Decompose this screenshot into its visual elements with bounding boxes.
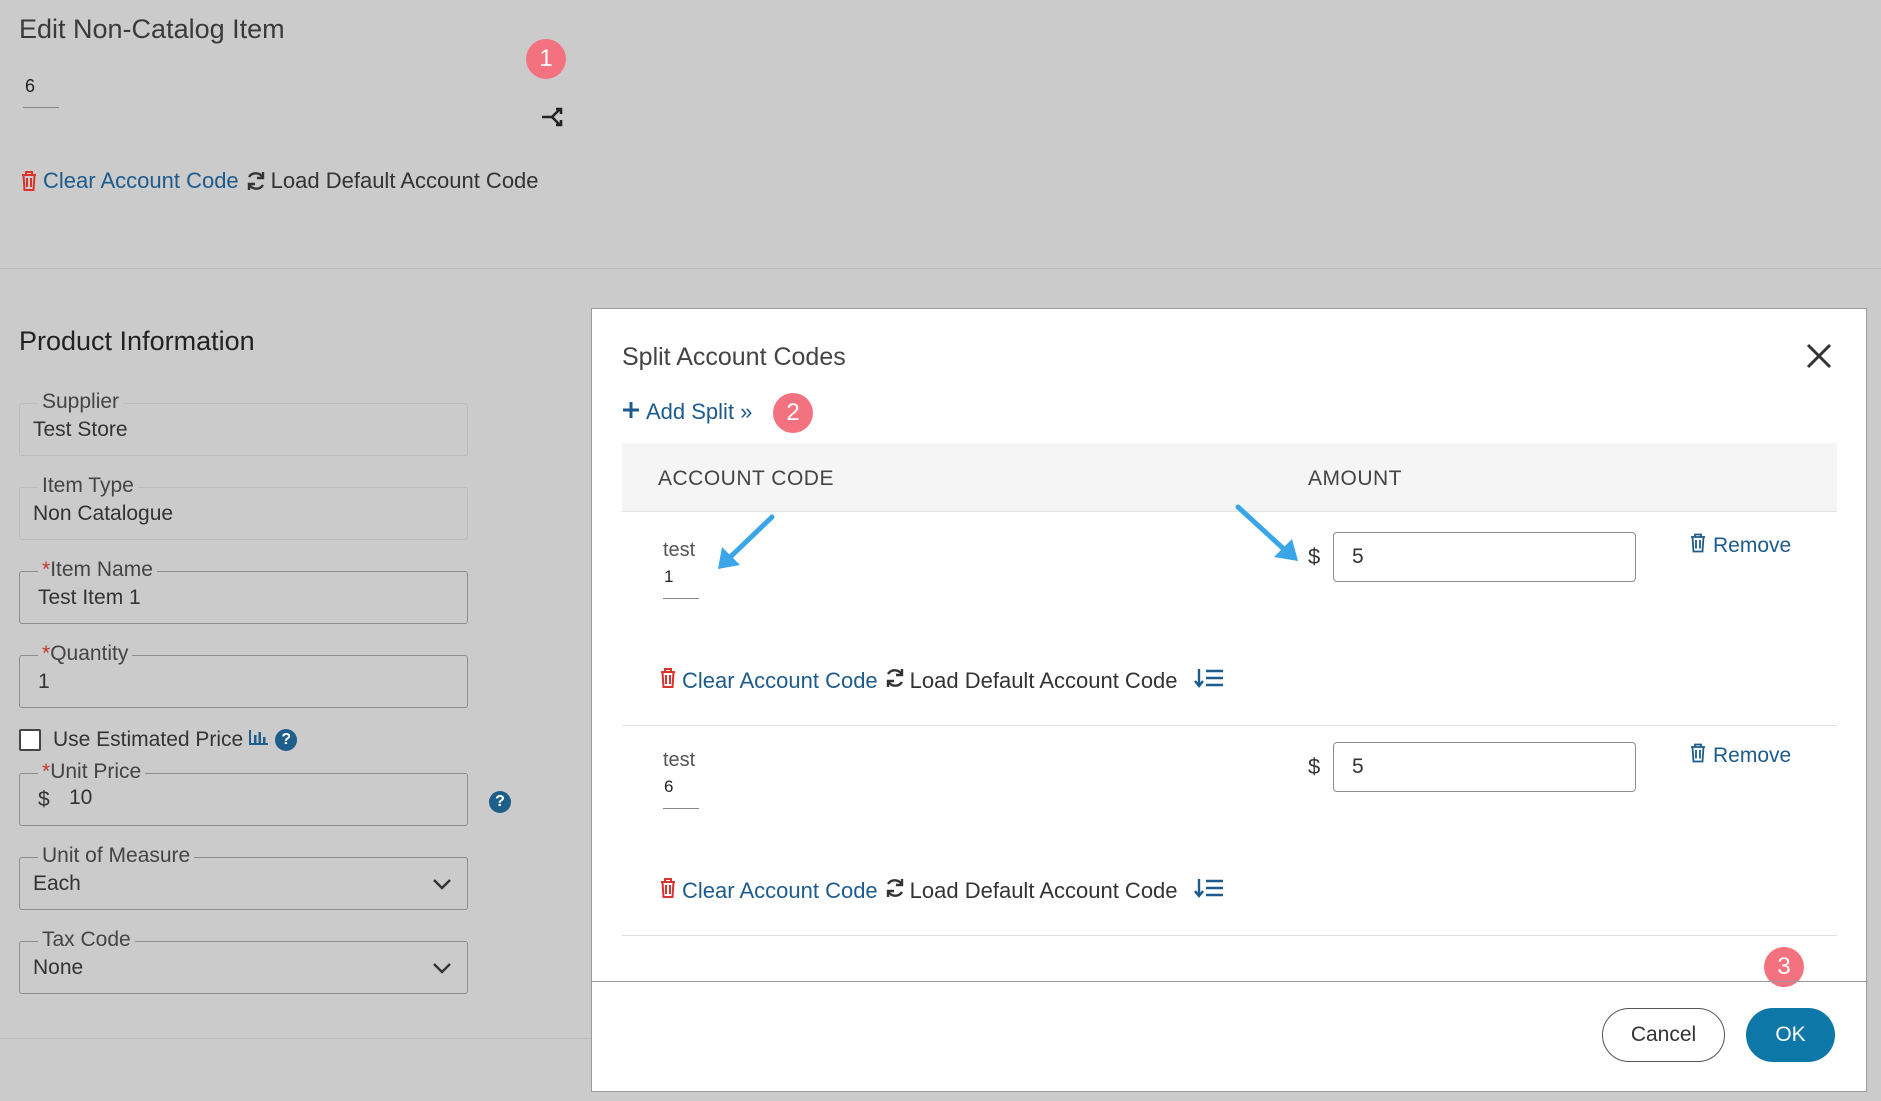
supplier-label: Supplier — [38, 390, 124, 414]
remove-split-button[interactable]: Remove — [1689, 743, 1791, 769]
split-amount-input[interactable] — [1333, 742, 1636, 792]
item-type-field: Item Type Non Catalogue — [19, 474, 468, 540]
remove-split-button[interactable]: Remove — [1689, 533, 1791, 559]
remove-label: Remove — [1713, 534, 1792, 557]
chevron-down-icon — [431, 957, 453, 984]
item-name-field[interactable]: *Item Name Test Item 1 — [19, 558, 468, 624]
trash-icon — [1689, 533, 1707, 559]
tax-code-select[interactable]: Tax Code None — [19, 928, 468, 994]
refresh-icon — [884, 877, 906, 905]
load-default-account-code-link[interactable]: Load Default Account Code — [910, 878, 1178, 904]
account-code-underline — [23, 107, 59, 108]
split-account-code-actions: Clear Account Code Load Default Account … — [658, 877, 1224, 905]
unit-price-currency: $ — [38, 788, 50, 811]
quantity-value[interactable]: 1 — [38, 670, 50, 694]
supplier-field: Supplier Test Store — [19, 390, 468, 456]
trash-icon — [19, 170, 39, 192]
refresh-icon — [884, 667, 906, 695]
split-amount-input[interactable] — [1333, 532, 1636, 582]
page-title: Edit Non-Catalog Item — [19, 14, 285, 44]
unit-of-measure-select[interactable]: Unit of Measure Each — [19, 844, 468, 910]
use-estimated-price-row: Use Estimated Price ? — [19, 728, 298, 752]
plus-icon — [622, 399, 640, 425]
use-estimated-price-checkbox[interactable] — [19, 729, 41, 751]
split-row-separator — [622, 935, 1837, 936]
bar-chart-icon[interactable] — [248, 728, 270, 752]
arrow-annotation-icon — [1232, 499, 1304, 576]
load-default-account-code-link[interactable]: Load Default Account Code — [910, 668, 1178, 694]
split-account-code-actions: Clear Account Code Load Default Account … — [658, 667, 1224, 695]
splits-table-header: ACCOUNT CODE AMOUNT — [622, 443, 1837, 512]
account-code-value[interactable]: 6 — [25, 76, 35, 97]
product-information-title: Product Information — [19, 326, 255, 356]
unit-price-value[interactable]: 10 — [69, 786, 92, 810]
column-header-account-code: ACCOUNT CODE — [658, 467, 834, 490]
item-type-label: Item Type — [38, 474, 138, 498]
split-currency: $ — [1308, 754, 1321, 779]
item-name-value[interactable]: Test Item 1 — [38, 586, 141, 610]
add-split-link[interactable]: Add Split » — [622, 399, 752, 425]
required-mark: * — [42, 558, 51, 581]
item-name-label: *Item Name — [38, 558, 157, 582]
trash-icon — [658, 667, 678, 695]
clear-account-code-link[interactable]: Clear Account Code — [43, 168, 239, 194]
cancel-button[interactable]: Cancel — [1602, 1008, 1725, 1062]
account-code-underline — [663, 598, 699, 599]
sort-list-icon[interactable] — [1193, 667, 1224, 695]
add-split-label: Add Split » — [646, 399, 753, 424]
sort-list-icon[interactable] — [1193, 877, 1224, 905]
remove-label: Remove — [1713, 744, 1792, 767]
arrow-annotation-icon — [712, 511, 778, 582]
item-type-value: Non Catalogue — [33, 502, 174, 525]
clear-account-code-link[interactable]: Clear Account Code — [682, 878, 878, 904]
split-row-separator — [622, 725, 1837, 726]
help-icon[interactable]: ? — [489, 791, 511, 813]
split-account-name: test — [663, 539, 696, 561]
quantity-field[interactable]: *Quantity 1 — [19, 642, 468, 708]
required-mark: * — [42, 642, 51, 665]
refresh-icon — [245, 170, 267, 192]
use-estimated-price-label: Use Estimated Price — [53, 728, 244, 751]
split-account-codes-dialog: Split Account Codes Add Split » 2 ACCOUN… — [591, 308, 1868, 1092]
unit-price-field[interactable]: *Unit Price $ 10 — [19, 760, 468, 826]
split-icon[interactable] — [540, 104, 566, 130]
dialog-title: Split Account Codes — [622, 343, 846, 371]
column-header-amount: AMOUNT — [1308, 467, 1402, 490]
split-account-name: test — [663, 749, 696, 771]
chevron-down-icon — [431, 873, 453, 900]
load-default-account-code-link[interactable]: Load Default Account Code — [271, 168, 539, 194]
tax-code-value: None — [33, 956, 84, 979]
split-account-code[interactable]: 6 — [664, 777, 673, 797]
split-account-code[interactable]: 1 — [664, 567, 673, 587]
quantity-label: *Quantity — [38, 642, 133, 666]
ok-button[interactable]: OK — [1746, 1008, 1835, 1062]
supplier-value: Test Store — [33, 418, 128, 441]
account-code-actions: Clear Account Code Load Default Account … — [19, 168, 539, 194]
unit-of-measure-value: Each — [33, 872, 81, 895]
tax-code-label: Tax Code — [38, 928, 135, 952]
dialog-footer-divider — [592, 981, 1868, 982]
trash-icon — [658, 877, 678, 905]
step-badge-1: 1 — [526, 39, 566, 79]
close-icon[interactable] — [1802, 339, 1836, 373]
help-icon[interactable]: ? — [275, 729, 298, 751]
section-divider — [0, 268, 1881, 269]
account-code-underline — [663, 808, 699, 809]
split-currency: $ — [1308, 544, 1321, 569]
required-mark: * — [42, 760, 51, 783]
step-badge-2: 2 — [773, 393, 813, 433]
unit-price-label: *Unit Price — [38, 760, 146, 784]
unit-of-measure-label: Unit of Measure — [38, 844, 195, 868]
clear-account-code-link[interactable]: Clear Account Code — [682, 668, 878, 694]
trash-icon — [1689, 743, 1707, 769]
section-divider — [0, 1038, 592, 1039]
